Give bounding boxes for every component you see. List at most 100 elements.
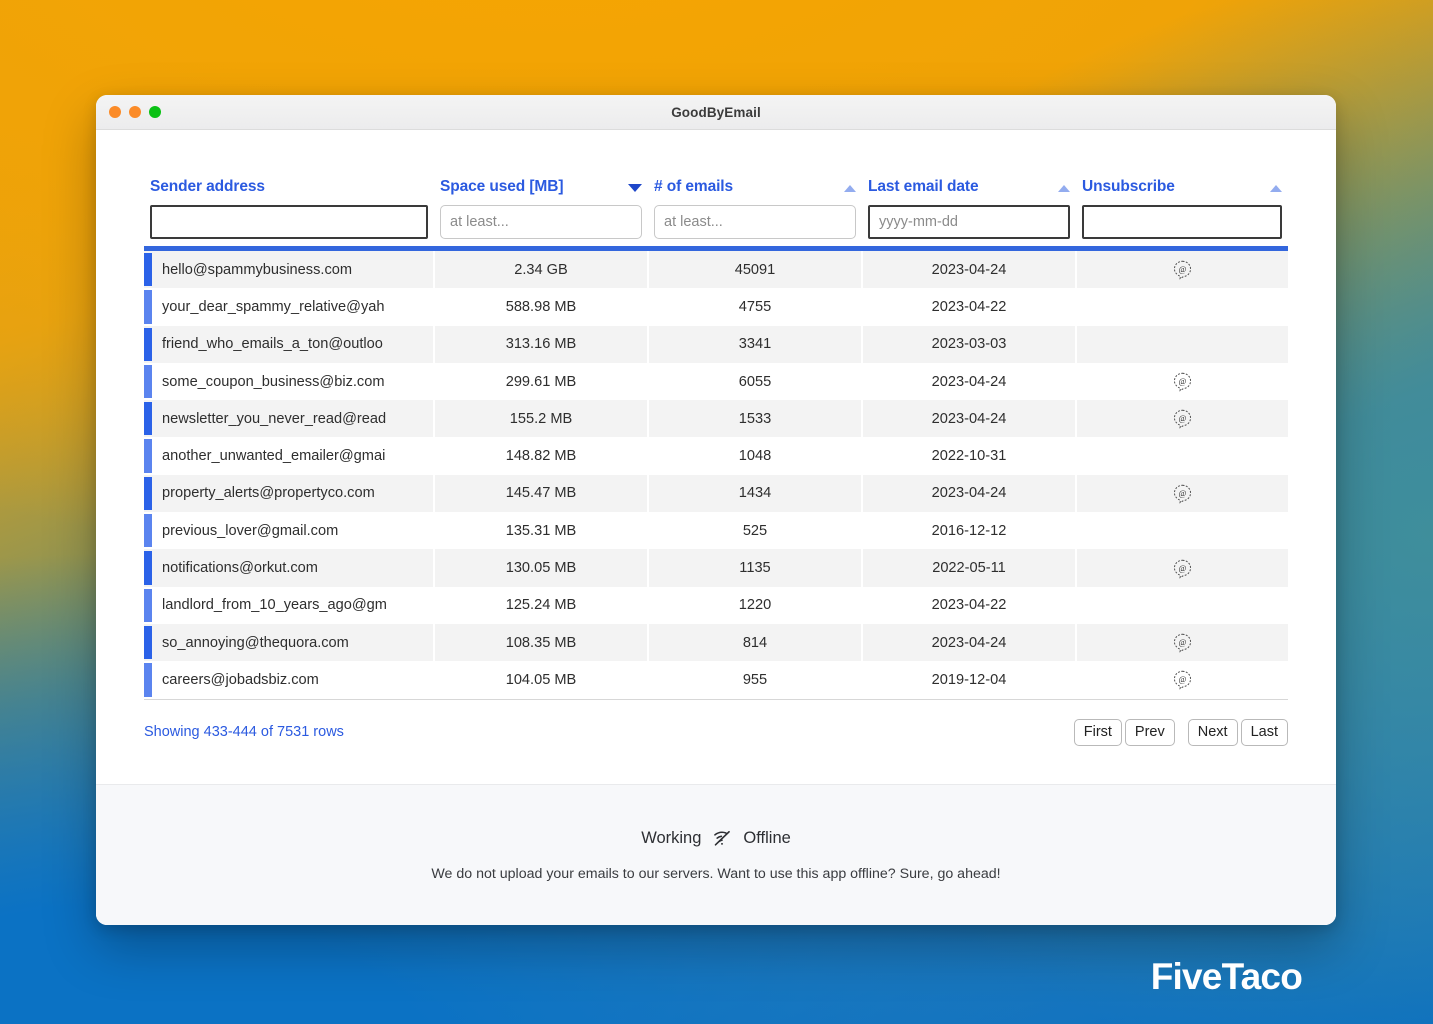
table-row[interactable]: friend_who_emails_a_ton@outloo 313.16 MB 3… xyxy=(144,325,1288,363)
cell-last-email-date: 2016-12-12 xyxy=(862,512,1077,550)
cell-last-email-date: 2019-12-04 xyxy=(862,661,1077,699)
table-bottom-border xyxy=(144,698,1288,700)
cell-last-email-date: 2023-04-24 xyxy=(862,400,1077,438)
cell-unsubscribe[interactable]: @ xyxy=(1076,661,1288,699)
table-row[interactable]: another_unwanted_emailer@gmai 148.82 MB 10… xyxy=(144,437,1288,475)
table-row[interactable]: newsletter_you_never_read@read 155.2 MB 15… xyxy=(144,400,1288,438)
table-row[interactable]: your_dear_spammy_relative@yah 588.98 MB 47… xyxy=(144,288,1288,326)
svg-text:@: @ xyxy=(1179,564,1187,573)
filter-input-date[interactable] xyxy=(868,205,1070,239)
cell-unsubscribe[interactable]: @ xyxy=(1076,362,1288,401)
cell-sender-address: landlord_from_10_years_ago@gm xyxy=(144,586,435,624)
column-header-sender-label: Sender address xyxy=(150,178,265,195)
cell-unsubscribe[interactable]: @ xyxy=(1076,251,1288,289)
row-accent-bar xyxy=(144,663,152,697)
wifi-off-icon xyxy=(712,828,732,848)
row-range-label: Showing 433-444 of 7531 rows xyxy=(144,724,344,741)
sort-descending-icon-space[interactable] xyxy=(628,184,642,192)
row-accent-bar xyxy=(144,551,152,585)
unsubscribe-at-icon[interactable]: @ xyxy=(1172,483,1193,504)
cell-space-used: 130.05 MB xyxy=(434,549,649,587)
filter-input-unsubscribe[interactable] xyxy=(1082,205,1282,239)
svg-text:@: @ xyxy=(1179,265,1187,274)
cell-space-used: 299.61 MB xyxy=(434,362,649,401)
unsubscribe-at-icon[interactable]: @ xyxy=(1172,371,1193,392)
cell-sender-address: hello@spammybusiness.com xyxy=(144,251,435,289)
traffic-light-group xyxy=(109,106,161,118)
svg-text:@: @ xyxy=(1179,638,1187,647)
minimize-window-icon[interactable] xyxy=(129,106,141,118)
sort-ascending-icon-date[interactable] xyxy=(1058,185,1070,192)
table-row[interactable]: careers@jobadsbiz.com 104.05 MB 955 2019-12… xyxy=(144,661,1288,699)
working-label: Working xyxy=(641,828,702,847)
cell-unsubscribe[interactable]: @ xyxy=(1076,623,1288,662)
offline-status: Working Offline xyxy=(641,828,791,848)
column-header-sender[interactable]: Sender address xyxy=(144,178,434,205)
cell-email-count: 1533 xyxy=(648,400,863,438)
pagination-buttons: First Prev Next Last xyxy=(1071,718,1288,747)
column-header-unsubscribe-label: Unsubscribe xyxy=(1082,178,1175,195)
column-header-date[interactable]: Last email date xyxy=(862,178,1076,205)
row-accent-bar xyxy=(144,514,152,548)
row-accent-bar xyxy=(144,290,152,324)
filter-input-space[interactable] xyxy=(440,205,642,239)
table-row[interactable]: landlord_from_10_years_ago@gm 125.24 MB 12… xyxy=(144,586,1288,624)
cell-email-count: 1220 xyxy=(648,586,863,624)
cell-unsubscribe xyxy=(1076,325,1288,363)
table-row[interactable]: some_coupon_business@biz.com 299.61 MB 605… xyxy=(144,362,1288,401)
prev-page-button[interactable]: Prev xyxy=(1124,718,1175,747)
fivetaco-logo: FiveTaco xyxy=(1150,956,1303,997)
unsubscribe-at-icon[interactable]: @ xyxy=(1172,558,1193,579)
cell-unsubscribe[interactable]: @ xyxy=(1076,549,1288,587)
sort-ascending-icon-count[interactable] xyxy=(844,185,856,192)
table-row[interactable]: notifications@orkut.com 130.05 MB 1135 2022… xyxy=(144,549,1288,587)
cell-last-email-date: 2023-04-22 xyxy=(862,288,1077,326)
column-header-space[interactable]: Space used [MB] xyxy=(434,178,648,205)
cell-sender-address: your_dear_spammy_relative@yah xyxy=(144,288,435,326)
cell-sender-address: some_coupon_business@biz.com xyxy=(144,362,435,401)
cell-sender-address: notifications@orkut.com xyxy=(144,549,435,587)
filter-input-count[interactable] xyxy=(654,205,856,239)
row-accent-bar xyxy=(144,439,152,473)
sort-ascending-icon-unsubscribe[interactable] xyxy=(1270,185,1282,192)
table-body: hello@spammybusiness.com 2.34 GB 45091 2023… xyxy=(144,251,1288,699)
maximize-window-icon[interactable] xyxy=(149,106,161,118)
cell-unsubscribe[interactable]: @ xyxy=(1076,474,1288,513)
cell-unsubscribe[interactable]: @ xyxy=(1076,400,1288,438)
table-row[interactable]: so_annoying@thequora.com 108.35 MB 814 2023… xyxy=(144,623,1288,662)
cell-sender-address: friend_who_emails_a_ton@outloo xyxy=(144,325,435,363)
table-row[interactable]: previous_lover@gmail.com 135.31 MB 525 2016… xyxy=(144,512,1288,550)
column-header-count[interactable]: # of emails xyxy=(648,178,862,205)
cell-email-count: 1135 xyxy=(648,549,863,587)
cell-email-count: 525 xyxy=(648,512,863,550)
pagination-bar: Showing 433-444 of 7531 rows First Prev … xyxy=(144,718,1288,747)
header-label-row: Sender address Space used [MB] # of emai… xyxy=(144,178,1288,205)
table-row[interactable]: hello@spammybusiness.com 2.34 GB 45091 2023… xyxy=(144,251,1288,289)
cell-last-email-date: 2022-05-11 xyxy=(862,549,1077,587)
last-page-button[interactable]: Last xyxy=(1240,718,1288,747)
column-header-unsubscribe[interactable]: Unsubscribe xyxy=(1076,178,1288,205)
unsubscribe-at-icon[interactable]: @ xyxy=(1172,669,1193,690)
cell-space-used: 104.05 MB xyxy=(434,661,649,699)
next-page-button[interactable]: Next xyxy=(1187,718,1238,747)
cell-last-email-date: 2023-04-22 xyxy=(862,586,1077,624)
cell-sender-address: so_annoying@thequora.com xyxy=(144,623,435,662)
unsubscribe-at-icon[interactable]: @ xyxy=(1172,259,1193,280)
email-table: Sender address Space used [MB] # of emai… xyxy=(144,178,1288,239)
cell-unsubscribe xyxy=(1076,288,1288,326)
app-body: Sender address Space used [MB] # of emai… xyxy=(96,130,1336,925)
app-footer: Working Offline We do not upload your em… xyxy=(96,784,1336,925)
unsubscribe-at-icon[interactable]: @ xyxy=(1172,632,1193,653)
column-header-date-label: Last email date xyxy=(868,178,979,195)
first-page-button[interactable]: First xyxy=(1073,718,1122,747)
filter-input-sender[interactable] xyxy=(150,205,428,239)
cell-last-email-date: 2022-10-31 xyxy=(862,437,1077,475)
cell-sender-address: careers@jobadsbiz.com xyxy=(144,661,435,699)
cell-email-count: 955 xyxy=(648,661,863,699)
cell-email-count: 1434 xyxy=(648,474,863,513)
close-window-icon[interactable] xyxy=(109,106,121,118)
privacy-note: We do not upload your emails to our serv… xyxy=(431,866,1001,882)
unsubscribe-at-icon[interactable]: @ xyxy=(1172,408,1193,429)
cell-space-used: 148.82 MB xyxy=(434,437,649,475)
table-row[interactable]: property_alerts@propertyco.com 145.47 MB 1… xyxy=(144,474,1288,513)
